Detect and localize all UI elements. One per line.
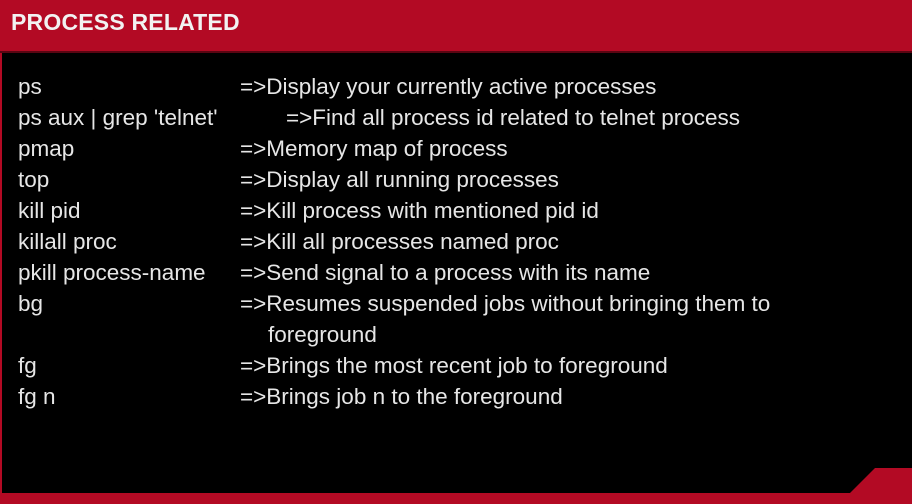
command-description: =>Find all process id related to telnet … bbox=[286, 105, 740, 130]
command-name: kill pid bbox=[18, 198, 81, 223]
command-row: pmap =>Memory map of process bbox=[18, 133, 898, 164]
command-name: top bbox=[18, 167, 50, 192]
command-description: =>Kill all processes named proc bbox=[240, 229, 559, 254]
command-name: fg bbox=[18, 353, 37, 378]
command-list: ps =>Display your currently active proce… bbox=[18, 71, 898, 412]
left-border-accent bbox=[0, 53, 2, 494]
command-row: top =>Display all running processes bbox=[18, 164, 898, 195]
command-row: ps aux | grep 'telnet' =>Find all proces… bbox=[18, 102, 898, 133]
command-description-continued: foreground bbox=[268, 322, 377, 347]
slide-title: PROCESS RELATED bbox=[11, 9, 240, 35]
command-row: pkill process-name =>Send signal to a pr… bbox=[18, 257, 898, 288]
command-description: =>Brings the most recent job to foregrou… bbox=[240, 353, 668, 378]
title-bar: PROCESS RELATED bbox=[0, 0, 912, 53]
command-name: killall proc bbox=[18, 229, 117, 254]
command-description: =>Kill process with mentioned pid id bbox=[240, 198, 599, 223]
command-description: =>Display your currently active processe… bbox=[240, 74, 657, 99]
command-row: kill pid =>Kill process with mentioned p… bbox=[18, 195, 898, 226]
bottom-band-shape bbox=[0, 468, 912, 504]
command-name: bg bbox=[18, 291, 44, 316]
command-row: fg n =>Brings job n to the foreground bbox=[18, 381, 898, 412]
command-row: fg =>Brings the most recent job to foreg… bbox=[18, 350, 898, 381]
command-description: =>Resumes suspended jobs without bringin… bbox=[240, 291, 771, 316]
command-row: bg =>Resumes suspended jobs without brin… bbox=[18, 288, 898, 350]
slide: PROCESS RELATED ps =>Display your curren… bbox=[0, 0, 912, 504]
command-name: ps aux | grep 'telnet' bbox=[18, 105, 218, 130]
command-name: pkill process-name bbox=[18, 260, 206, 285]
command-description-wrapper: =>Resumes suspended jobs without bringin… bbox=[240, 288, 898, 350]
command-description: =>Send signal to a process with its name bbox=[240, 260, 651, 285]
command-name: fg n bbox=[18, 384, 56, 409]
command-description: =>Brings job n to the foreground bbox=[240, 384, 563, 409]
command-description: =>Memory map of process bbox=[240, 136, 508, 161]
command-description: =>Display all running processes bbox=[240, 167, 559, 192]
command-name: ps bbox=[18, 74, 42, 99]
command-row: ps =>Display your currently active proce… bbox=[18, 71, 898, 102]
command-name: pmap bbox=[18, 136, 75, 161]
command-row: killall proc =>Kill all processes named … bbox=[18, 226, 898, 257]
